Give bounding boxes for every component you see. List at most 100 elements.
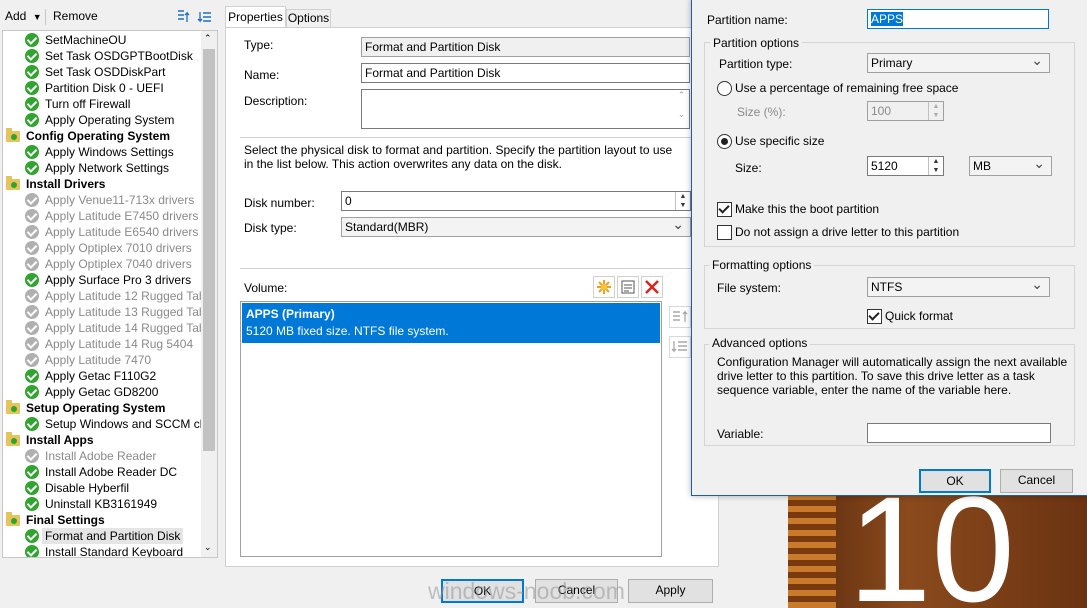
disabled-check-icon: [25, 353, 39, 367]
move-up-icon[interactable]: [175, 9, 191, 25]
group-folder-icon: [6, 176, 20, 190]
tree-item-label: Apply Latitude 7470: [45, 353, 152, 367]
add-button[interactable]: Add ▼: [5, 9, 42, 23]
scroll-down-icon[interactable]: ⌄: [674, 109, 689, 120]
volume-item-apps[interactable]: APPS (Primary) 5120 MB fixed size. NTFS …: [242, 303, 660, 343]
tree-list: SetMachineOU Set Task OSDGPTBootDisk Set T…: [3, 32, 202, 557]
size-percent-label: Size (%):: [737, 105, 786, 119]
partition-name-input[interactable]: APPS: [867, 9, 1049, 29]
name-input[interactable]: Format and Partition Disk: [361, 63, 690, 83]
use-percentage-label: Use a percentage of remaining free space: [735, 81, 959, 95]
success-check-icon: [25, 497, 39, 511]
no-drive-letter-checkbox[interactable]: [717, 225, 732, 240]
description-input[interactable]: [361, 89, 690, 129]
description-scrollbar[interactable]: ⌃ ⌄: [674, 90, 689, 128]
task-sequence-tree[interactable]: SetMachineOU Set Task OSDGPTBootDisk Set T…: [2, 30, 218, 558]
tab-options-label: Options: [287, 11, 330, 25]
disk-type-select[interactable]: Standard(MBR): [341, 216, 691, 237]
quick-format-checkbox[interactable]: [867, 309, 882, 324]
disabled-check-icon: [25, 449, 39, 463]
boot-partition-checkbox[interactable]: [717, 202, 732, 217]
disk-number-input[interactable]: 0 ▲ ▼: [341, 191, 691, 211]
tree-item-label: Format and Partition Disk: [42, 528, 184, 544]
tree-item-label: Apply Venue11-713x drivers: [45, 193, 195, 207]
use-specific-size-radio[interactable]: [717, 134, 732, 149]
scroll-thumb[interactable]: [203, 49, 215, 451]
volume-item-desc: 5120 MB fixed size. NTFS file system.: [246, 324, 449, 338]
tree-item-label: SetMachineOU: [45, 33, 127, 47]
tree-item-label: Setup Operating System: [26, 401, 166, 415]
remove-button[interactable]: Remove: [53, 9, 98, 23]
tree-item-label: Apply Optiplex 7040 drivers: [45, 257, 192, 271]
tree-item-label: Partition Disk 0 - UEFI: [45, 81, 164, 95]
apply-button[interactable]: Apply: [628, 579, 713, 603]
volume-list[interactable]: APPS (Primary) 5120 MB fixed size. NTFS …: [240, 301, 662, 557]
disk-type-value: Standard(MBR): [345, 220, 429, 234]
volume-label: Volume:: [244, 281, 288, 295]
tree-item-label: Apply Latitude 14 Rugged Tablet: [45, 321, 202, 335]
move-down-icon[interactable]: [669, 336, 691, 358]
tree-item-label: Uninstall KB3161949: [45, 497, 158, 511]
tree-item-label: Apply Latitude 14 Rug 5404: [45, 337, 194, 351]
disabled-check-icon: [25, 193, 39, 207]
tab-properties[interactable]: Properties: [225, 6, 286, 28]
success-check-icon: [25, 417, 39, 431]
divider: [240, 268, 692, 269]
file-system-label: File system:: [717, 281, 782, 295]
tree-scrollbar[interactable]: ⌃ ⌄: [201, 31, 217, 557]
tree-item-label: Apply Operating System: [45, 113, 175, 127]
tab-options[interactable]: Options: [286, 9, 331, 28]
disabled-check-icon: [25, 209, 39, 223]
toolbar-divider: [45, 9, 46, 25]
size-label: Size:: [735, 161, 762, 175]
success-check-icon: [25, 81, 39, 95]
properties-icon[interactable]: [617, 276, 639, 298]
size-unit-select[interactable]: MB: [969, 155, 1052, 176]
tree-item-label: Turn off Firewall: [45, 97, 131, 111]
apply-button-label: Apply: [655, 583, 686, 597]
dialog-ok-button[interactable]: OK: [919, 469, 991, 493]
size-spinner[interactable]: ▲ ▼: [928, 157, 943, 175]
tree-item-label: Apply Surface Pro 3 drivers: [45, 273, 192, 287]
tree-item-label: Apply Optiplex 7010 drivers: [45, 241, 192, 255]
scroll-up-icon[interactable]: ⌃: [204, 33, 212, 44]
success-check-icon: [25, 369, 39, 383]
success-check-icon: [25, 161, 39, 175]
move-down-icon[interactable]: [197, 9, 213, 25]
partition-type-select[interactable]: Primary: [867, 52, 1050, 73]
size-unit-value: MB: [973, 159, 991, 173]
partition-options-title: Partition options: [710, 36, 803, 50]
tree-item-label: Apply Latitude E6540 drivers: [45, 225, 199, 239]
tree-item-label: Apply Latitude 12 Rugged Tablet: [45, 289, 202, 303]
tree-item-label: Disable Hyberfil: [45, 481, 130, 495]
advanced-options-title: Advanced options: [709, 336, 811, 350]
tree-item-label: Apply Getac GD8200: [45, 385, 159, 399]
move-up-icon[interactable]: [669, 306, 691, 328]
new-partition-icon[interactable]: [593, 276, 615, 298]
desktop-background: 10: [788, 494, 1087, 608]
use-percentage-radio[interactable]: [717, 81, 732, 96]
tree-item-label: Set Task OSDGPTBootDisk: [45, 49, 193, 63]
group-folder-icon: [6, 432, 20, 446]
success-check-icon: [25, 529, 39, 543]
disk-number-spinner[interactable]: ▲ ▼: [675, 192, 690, 210]
tree-item-label: Install Drivers: [26, 177, 106, 191]
quick-format-label: Quick format: [885, 309, 954, 323]
success-check-icon: [25, 481, 39, 495]
tree-item-label: Apply Latitude E7450 drivers: [45, 209, 199, 223]
add-button-label: Add: [5, 9, 27, 23]
delete-icon[interactable]: [641, 276, 663, 298]
scroll-up-icon[interactable]: ⌃: [674, 90, 689, 101]
disabled-check-icon: [25, 241, 39, 255]
variable-input[interactable]: [867, 423, 1051, 443]
tree-item-label: Setup Windows and SCCM client: [45, 417, 202, 431]
file-system-select[interactable]: NTFS: [867, 276, 1050, 297]
tree-item-label: Apply Getac F110G2: [45, 369, 157, 383]
tree-item-label: Install Adobe Reader: [45, 449, 157, 463]
disk-number-label: Disk number:: [244, 196, 315, 210]
left-toolbar: Add ▼ Remove: [0, 6, 218, 28]
size-input[interactable]: 5120 ▲ ▼: [867, 156, 944, 176]
file-system-value: NTFS: [871, 280, 903, 294]
scroll-down-icon[interactable]: ⌄: [204, 542, 212, 553]
dialog-cancel-button[interactable]: Cancel: [1000, 469, 1073, 493]
